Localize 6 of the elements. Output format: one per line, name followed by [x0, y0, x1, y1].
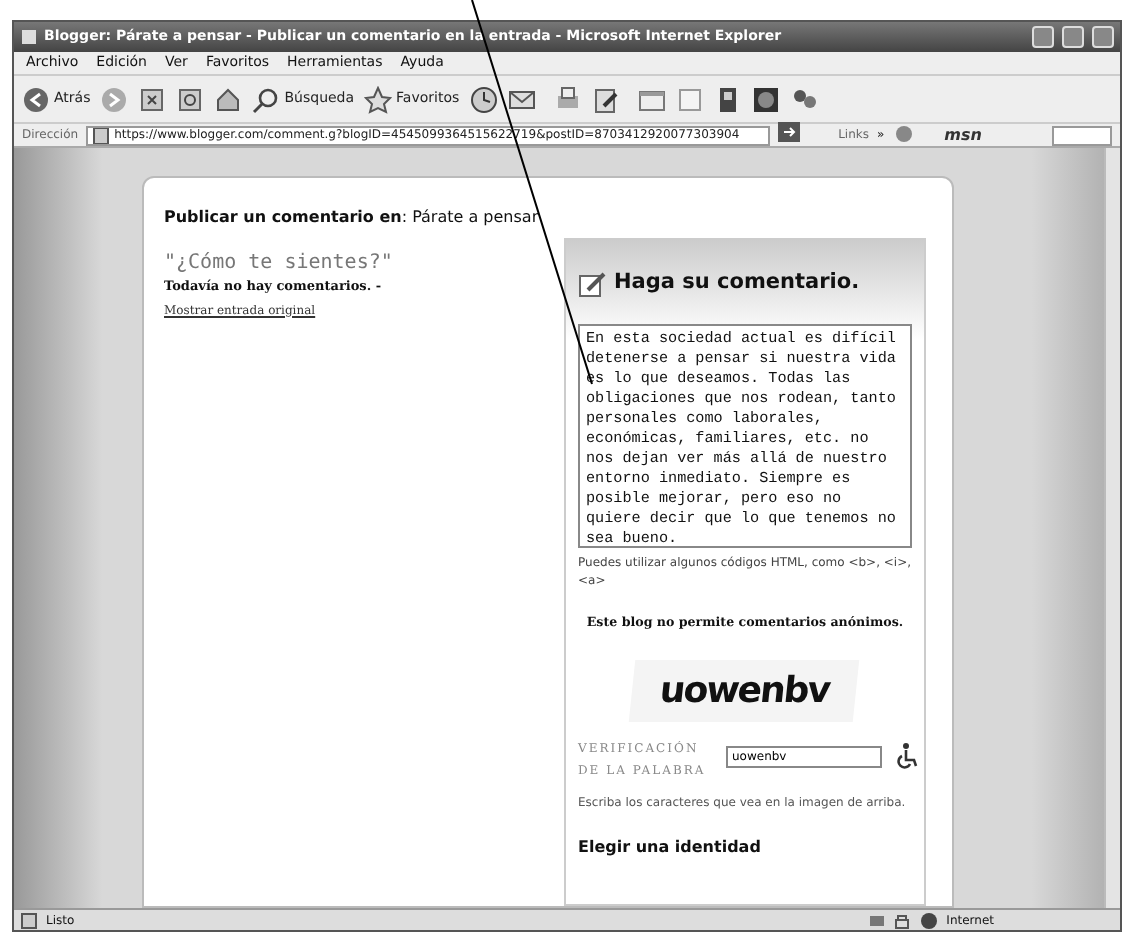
- captcha-image: uowenbv: [629, 660, 861, 723]
- msn-logo[interactable]: msn: [944, 123, 982, 147]
- form-heading: Haga su comentario.: [614, 268, 860, 298]
- post-title: "¿Cómo te sientes?": [164, 250, 395, 278]
- identity-heading: Elegir una identidad: [578, 836, 763, 861]
- page-heading: Publicar un comentario en: Párate a pensar: [164, 206, 541, 230]
